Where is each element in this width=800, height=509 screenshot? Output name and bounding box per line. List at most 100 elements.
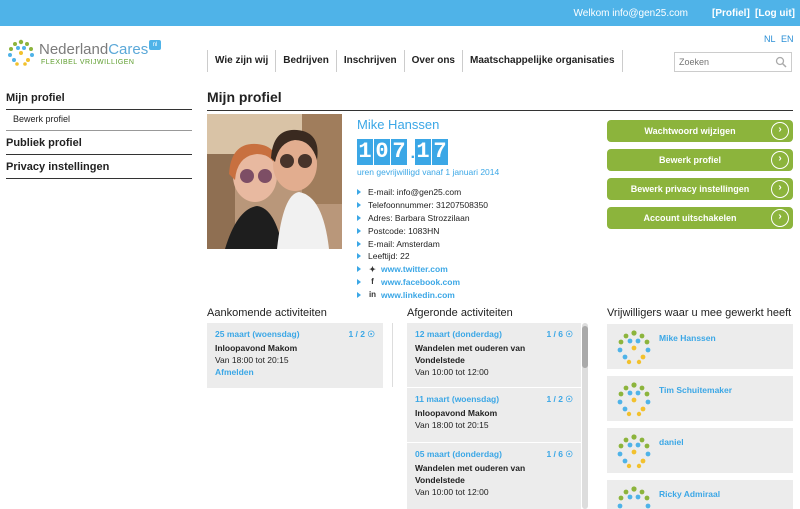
- lang-nl-link[interactable]: NL: [764, 34, 776, 44]
- logo-name-part2: Cares: [108, 41, 149, 58]
- detail-email: E-mail: info@gen25.com: [368, 187, 462, 198]
- activity-title-cont: Vondelstede: [415, 355, 465, 365]
- activity-count: 1 / 6: [546, 329, 563, 339]
- logout-link[interactable]: [Log uit]: [755, 8, 795, 19]
- activity-time: Van 10:00 tot 12:00: [415, 367, 489, 377]
- cancel-link[interactable]: Afmelden: [215, 367, 375, 377]
- profile-actions: Wachtwoord wijzigen › Bewerk profiel › Bew…: [607, 120, 793, 236]
- main-nav: Wie zijn wij Bedrijven Inschrijven Over …: [207, 50, 623, 72]
- nav-item-bedrijven[interactable]: Bedrijven: [275, 50, 336, 72]
- lang-en-link[interactable]: EN: [781, 34, 794, 44]
- logo[interactable]: NederlandCares FLEXIBEL VRIJWILLIGEN nl: [6, 38, 166, 72]
- welcome-text: Welkom info@gen25.com: [573, 8, 688, 19]
- nav-item-maatschappelijke-organisaties[interactable]: Maatschappelijke organisaties: [462, 50, 623, 72]
- linkedin-link[interactable]: www.linkedin.com: [381, 290, 455, 300]
- linkedin-icon: in: [368, 290, 377, 300]
- detail-postcode: Postcode: 1083HN: [368, 225, 440, 236]
- social-row: ✦ www.twitter.com: [357, 263, 557, 276]
- activity-title: Inloopavond Makom: [215, 343, 298, 353]
- search-icon[interactable]: [775, 56, 787, 68]
- top-bar: Welkom info@gen25.com [Profiel] [Log uit…: [0, 0, 800, 26]
- nav-item-wie-zijn-wij[interactable]: Wie zijn wij: [207, 50, 275, 72]
- facebook-link[interactable]: www.facebook.com: [381, 277, 460, 287]
- avatar: [617, 382, 651, 417]
- profile-link[interactable]: [Profiel]: [712, 8, 750, 19]
- activity-item[interactable]: 05 maart (donderdag) 1 / 6 ☉ Wandelen me…: [407, 443, 581, 509]
- detail-row: E-mail: info@gen25.com: [357, 186, 557, 199]
- bullet-arrow-icon: [357, 291, 361, 298]
- activity-item[interactable]: 25 maart (woensdag) 1 / 2 ☉ Inloopavond …: [207, 323, 383, 383]
- volunteer-name[interactable]: Ricky Admiraal: [659, 489, 720, 499]
- button-label: Account uitschakelen: [643, 213, 737, 223]
- detail-age: Leeftijd: 22: [368, 251, 410, 262]
- bullet-arrow-icon: [357, 202, 361, 209]
- volunteer-name[interactable]: daniel: [659, 437, 684, 447]
- detail-city: E-mail: Amsterdam: [368, 238, 440, 249]
- activity-item[interactable]: 12 maart (donderdag) 1 / 6 ☉ Wandelen me…: [407, 323, 581, 387]
- logo-tagline: FLEXIBEL VRIJWILLIGEN: [41, 59, 135, 66]
- detail-row: Postcode: 1083HN: [357, 224, 557, 237]
- twitter-link[interactable]: www.twitter.com: [381, 264, 448, 274]
- upcoming-heading: Aankomende activiteiten: [207, 307, 327, 319]
- scrollbar-thumb[interactable]: [582, 326, 588, 368]
- activity-count: 1 / 2: [546, 394, 563, 404]
- detail-row: E-mail: Amsterdam: [357, 237, 557, 250]
- detail-row: Adres: Barbara Strozzilaan: [357, 212, 557, 225]
- volunteer-name[interactable]: Mike Hanssen: [659, 333, 716, 343]
- activity-title: Inloopavond Makom: [415, 408, 498, 418]
- bullet-arrow-icon: [357, 189, 361, 196]
- activity-item[interactable]: 11 maart (woensdag) 1 / 2 ☉ Inloopavond …: [407, 388, 581, 442]
- people-icon: ☉: [565, 329, 573, 339]
- people-icon: ☉: [565, 394, 573, 404]
- completed-heading: Afgeronde activiteiten: [407, 307, 513, 319]
- search-input[interactable]: [675, 53, 771, 71]
- column-divider: [392, 323, 393, 387]
- social-row: in www.linkedin.com: [357, 288, 557, 301]
- volunteers-heading: Vrijwilligers waar u mee gewerkt heeft: [607, 307, 792, 319]
- button-label: Bewerk profiel: [658, 155, 722, 165]
- chevron-right-icon: ›: [771, 151, 789, 169]
- activity-time: Van 10:00 tot 12:00: [415, 487, 489, 497]
- people-icon: ☉: [367, 329, 375, 339]
- button-label: Bewerk privacy instellingen: [630, 184, 750, 194]
- bullet-arrow-icon: [357, 227, 361, 234]
- volunteer-item[interactable]: daniel: [607, 427, 793, 473]
- edit-privacy-button[interactable]: Bewerk privacy instellingen ›: [607, 178, 793, 200]
- detail-row: Leeftijd: 22: [357, 250, 557, 263]
- profile-details: E-mail: info@gen25.com Telefoonnummer: 3…: [357, 186, 557, 301]
- social-row: f www.facebook.com: [357, 276, 557, 289]
- chevron-right-icon: ›: [771, 180, 789, 198]
- activity-time: Van 18:00 tot 20:15: [215, 355, 289, 365]
- bullet-arrow-icon: [357, 214, 361, 221]
- search-box: [674, 52, 792, 72]
- activity-count: 1 / 6: [546, 449, 563, 459]
- hours-separator: .: [408, 145, 418, 163]
- volunteer-item[interactable]: Mike Hanssen: [607, 323, 793, 369]
- button-label: Wachtwoord wijzigen: [644, 126, 736, 136]
- edit-profile-button[interactable]: Bewerk profiel ›: [607, 149, 793, 171]
- sidebar-item-my-profile[interactable]: Mijn profiel: [6, 90, 192, 110]
- sidebar-item-edit-profile[interactable]: Bewerk profiel: [6, 110, 192, 131]
- detail-address: Adres: Barbara Strozzilaan: [368, 212, 470, 223]
- hours-digit: 7: [432, 139, 448, 165]
- scrollbar[interactable]: [582, 323, 588, 509]
- logo-name-part1: Nederland: [39, 41, 109, 58]
- hours-digit: 1: [415, 139, 431, 165]
- volunteer-name[interactable]: Tim Schuitemaker: [659, 385, 732, 395]
- change-password-button[interactable]: Wachtwoord wijzigen ›: [607, 120, 793, 142]
- sidebar: Mijn profiel Bewerk profiel Publiek prof…: [6, 90, 192, 179]
- sidebar-item-public-profile[interactable]: Publiek profiel: [6, 131, 192, 155]
- sidebar-item-privacy[interactable]: Privacy instellingen: [6, 155, 192, 179]
- hours-caption: uren gevrijwilligd vanaf 1 januari 2014: [357, 167, 500, 177]
- bullet-arrow-icon: [357, 253, 361, 260]
- volunteer-item[interactable]: Tim Schuitemaker: [607, 375, 793, 421]
- hours-digit: 1: [357, 139, 373, 165]
- avatar: [617, 434, 651, 469]
- avatar: [617, 486, 651, 509]
- disable-account-button[interactable]: Account uitschakelen ›: [607, 207, 793, 229]
- volunteer-item[interactable]: Ricky Admiraal: [607, 479, 793, 509]
- nav-item-over-ons[interactable]: Over ons: [403, 50, 462, 72]
- activity-title-cont: Vondelstede: [415, 475, 465, 485]
- nav-item-inschrijven[interactable]: Inschrijven: [335, 50, 404, 72]
- hours-counter: 1 0 7 . 1 7: [357, 139, 449, 165]
